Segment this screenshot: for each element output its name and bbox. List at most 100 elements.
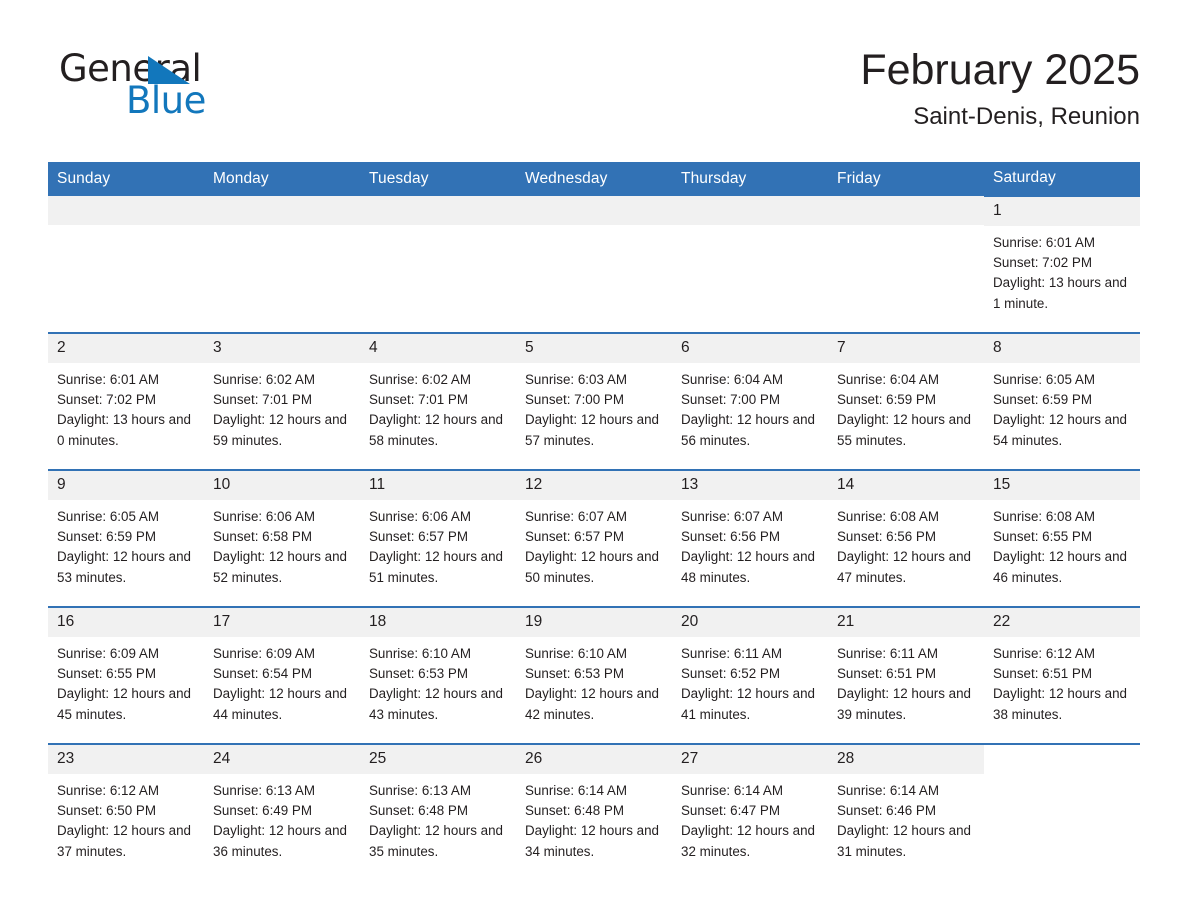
day-number: 21 — [828, 608, 984, 637]
title-block: February 2025 Saint-Denis, Reunion — [860, 44, 1140, 131]
daylight-text: Daylight: 12 hours and 56 minutes. — [681, 412, 815, 448]
sunrise-text: Sunrise: 6:12 AM — [993, 646, 1095, 661]
calendar-day-cell[interactable]: 17 Sunrise: 6:09 AM Sunset: 6:54 PM Dayligh… — [204, 606, 360, 744]
calendar-day-cell[interactable]: 11 Sunrise: 6:06 AM Sunset: 6:57 PM Dayligh… — [360, 469, 516, 607]
calendar-cell-empty — [204, 196, 360, 333]
calendar-day-cell[interactable]: 23 Sunrise: 6:12 AM Sunset: 6:50 PM Dayligh… — [48, 743, 204, 880]
day-number: 22 — [984, 608, 1140, 637]
calendar-day-cell[interactable]: 27 Sunrise: 6:14 AM Sunset: 6:47 PM Dayligh… — [672, 743, 828, 880]
daylight-text: Daylight: 12 hours and 55 minutes. — [837, 412, 971, 448]
sunset-text: Sunset: 6:50 PM — [57, 803, 156, 819]
day-number: 20 — [672, 608, 828, 637]
sunset-text: Sunset: 6:58 PM — [213, 529, 312, 545]
calendar-day-cell[interactable]: 20 Sunrise: 6:11 AM Sunset: 6:52 PM Dayligh… — [672, 606, 828, 744]
sunset-text: Sunset: 6:47 PM — [681, 803, 780, 819]
day-details: Sunrise: 6:10 AM Sunset: 6:53 PM Daylight:… — [516, 637, 672, 725]
calendar-day-cell[interactable]: 28 Sunrise: 6:14 AM Sunset: 6:46 PM Dayligh… — [828, 743, 984, 880]
calendar-day-cell[interactable]: 2 Sunrise: 6:01 AM Sunset: 7:02 PM Daylight… — [48, 332, 204, 470]
calendar-day-cell[interactable]: 21 Sunrise: 6:11 AM Sunset: 6:51 PM Dayligh… — [828, 606, 984, 744]
day-details: Sunrise: 6:05 AM Sunset: 6:59 PM Daylight:… — [48, 500, 204, 588]
sunset-text: Sunset: 6:57 PM — [525, 529, 624, 545]
calendar-day-cell[interactable]: 6 Sunrise: 6:04 AM Sunset: 7:00 PM Daylight… — [672, 332, 828, 470]
daylight-text: Daylight: 12 hours and 36 minutes. — [213, 823, 347, 859]
generalblue-logo: General Blue — [48, 44, 298, 120]
daylight-text: Daylight: 12 hours and 45 minutes. — [57, 686, 191, 722]
page-title: February 2025 — [860, 46, 1140, 94]
daylight-text: Daylight: 13 hours and 1 minute. — [993, 275, 1127, 311]
calendar-day-cell[interactable]: 22 Sunrise: 6:12 AM Sunset: 6:51 PM Dayligh… — [984, 606, 1140, 744]
sunset-text: Sunset: 6:51 PM — [837, 666, 936, 682]
sunset-text: Sunset: 6:55 PM — [993, 529, 1092, 545]
calendar-day-cell[interactable]: 26 Sunrise: 6:14 AM Sunset: 6:48 PM Dayligh… — [516, 743, 672, 880]
sunrise-text: Sunrise: 6:07 AM — [681, 509, 783, 524]
calendar-day-cell[interactable]: 13 Sunrise: 6:07 AM Sunset: 6:56 PM Dayligh… — [672, 469, 828, 607]
daylight-text: Daylight: 12 hours and 39 minutes. — [837, 686, 971, 722]
day-number: 16 — [48, 608, 204, 637]
day-number: 3 — [204, 334, 360, 363]
sunrise-text: Sunrise: 6:12 AM — [57, 783, 159, 798]
day-details: Sunrise: 6:09 AM Sunset: 6:54 PM Daylight:… — [204, 637, 360, 725]
day-number: 5 — [516, 334, 672, 363]
sunrise-text: Sunrise: 6:10 AM — [525, 646, 627, 661]
sunset-text: Sunset: 6:56 PM — [837, 529, 936, 545]
sunrise-text: Sunrise: 6:05 AM — [993, 372, 1095, 387]
sunset-text: Sunset: 6:51 PM — [993, 666, 1092, 682]
day-number: 25 — [360, 745, 516, 774]
calendar-day-cell[interactable]: 18 Sunrise: 6:10 AM Sunset: 6:53 PM Dayligh… — [360, 606, 516, 744]
calendar-day-cell[interactable]: 15 Sunrise: 6:08 AM Sunset: 6:55 PM Dayligh… — [984, 469, 1140, 607]
day-number: 7 — [828, 334, 984, 363]
sunrise-text: Sunrise: 6:03 AM — [525, 372, 627, 387]
calendar-day-cell[interactable]: 25 Sunrise: 6:13 AM Sunset: 6:48 PM Dayligh… — [360, 743, 516, 880]
sunrise-text: Sunrise: 6:14 AM — [525, 783, 627, 798]
day-number: 27 — [672, 745, 828, 774]
calendar-day-cell[interactable]: 14 Sunrise: 6:08 AM Sunset: 6:56 PM Dayligh… — [828, 469, 984, 607]
calendar-day-cell[interactable]: 19 Sunrise: 6:10 AM Sunset: 6:53 PM Dayligh… — [516, 606, 672, 744]
day-details: Sunrise: 6:02 AM Sunset: 7:01 PM Daylight:… — [204, 363, 360, 451]
day-number: 18 — [360, 608, 516, 637]
calendar-day-cell[interactable]: 12 Sunrise: 6:07 AM Sunset: 6:57 PM Dayligh… — [516, 469, 672, 607]
day-details: Sunrise: 6:01 AM Sunset: 7:02 PM Daylight:… — [984, 226, 1140, 314]
day-number: 15 — [984, 471, 1140, 500]
location-subtitle: Saint-Denis, Reunion — [913, 103, 1140, 130]
daylight-text: Daylight: 12 hours and 31 minutes. — [837, 823, 971, 859]
calendar-week-row: 2 Sunrise: 6:01 AM Sunset: 7:02 PM Daylight… — [48, 332, 1140, 470]
calendar-week-row: 1 Sunrise: 6:01 AM Sunset: 7:02 PM Daylight… — [48, 195, 1140, 333]
calendar-day-cell[interactable]: 24 Sunrise: 6:13 AM Sunset: 6:49 PM Dayligh… — [204, 743, 360, 880]
calendar-day-cell[interactable]: 7 Sunrise: 6:04 AM Sunset: 6:59 PM Daylight… — [828, 332, 984, 470]
calendar-day-cell[interactable]: 10 Sunrise: 6:06 AM Sunset: 6:58 PM Dayligh… — [204, 469, 360, 607]
weekday-header-friday: Friday — [828, 162, 984, 196]
calendar-day-cell[interactable]: 4 Sunrise: 6:02 AM Sunset: 7:01 PM Daylight… — [360, 332, 516, 470]
calendar-cell-empty — [828, 196, 984, 333]
day-number: 17 — [204, 608, 360, 637]
daylight-text: Daylight: 12 hours and 54 minutes. — [993, 412, 1127, 448]
calendar-week-row: 16 Sunrise: 6:09 AM Sunset: 6:55 PM Dayligh… — [48, 606, 1140, 744]
day-details: Sunrise: 6:02 AM Sunset: 7:01 PM Daylight:… — [360, 363, 516, 451]
calendar-day-cell[interactable]: 5 Sunrise: 6:03 AM Sunset: 7:00 PM Daylight… — [516, 332, 672, 470]
calendar-day-cell[interactable]: 16 Sunrise: 6:09 AM Sunset: 6:55 PM Dayligh… — [48, 606, 204, 744]
daylight-text: Daylight: 12 hours and 59 minutes. — [213, 412, 347, 448]
day-number: 14 — [828, 471, 984, 500]
weekday-header-wednesday: Wednesday — [516, 162, 672, 196]
day-details: Sunrise: 6:08 AM Sunset: 6:55 PM Daylight:… — [984, 500, 1140, 588]
sunrise-text: Sunrise: 6:14 AM — [837, 783, 939, 798]
day-details: Sunrise: 6:07 AM Sunset: 6:56 PM Daylight:… — [672, 500, 828, 588]
daylight-text: Daylight: 12 hours and 38 minutes. — [993, 686, 1127, 722]
day-number: 13 — [672, 471, 828, 500]
day-details: Sunrise: 6:12 AM Sunset: 6:50 PM Daylight:… — [48, 774, 204, 862]
day-details: Sunrise: 6:07 AM Sunset: 6:57 PM Daylight:… — [516, 500, 672, 588]
logo-word-blue: Blue — [126, 79, 206, 122]
weekday-header-row: Sunday Monday Tuesday Wednesday Thursday… — [48, 162, 1140, 196]
calendar-day-cell[interactable]: 1 Sunrise: 6:01 AM Sunset: 7:02 PM Daylight… — [984, 195, 1140, 333]
sunrise-text: Sunrise: 6:08 AM — [993, 509, 1095, 524]
calendar-day-cell[interactable]: 3 Sunrise: 6:02 AM Sunset: 7:01 PM Daylight… — [204, 332, 360, 470]
day-number — [360, 196, 516, 225]
day-number: 19 — [516, 608, 672, 637]
sunrise-text: Sunrise: 6:01 AM — [993, 235, 1095, 250]
calendar-day-cell[interactable]: 9 Sunrise: 6:05 AM Sunset: 6:59 PM Daylight… — [48, 469, 204, 607]
day-number — [516, 196, 672, 225]
day-number: 4 — [360, 334, 516, 363]
day-number: 9 — [48, 471, 204, 500]
day-number: 28 — [828, 745, 984, 774]
day-number: 6 — [672, 334, 828, 363]
calendar-day-cell[interactable]: 8 Sunrise: 6:05 AM Sunset: 6:59 PM Daylight… — [984, 332, 1140, 470]
